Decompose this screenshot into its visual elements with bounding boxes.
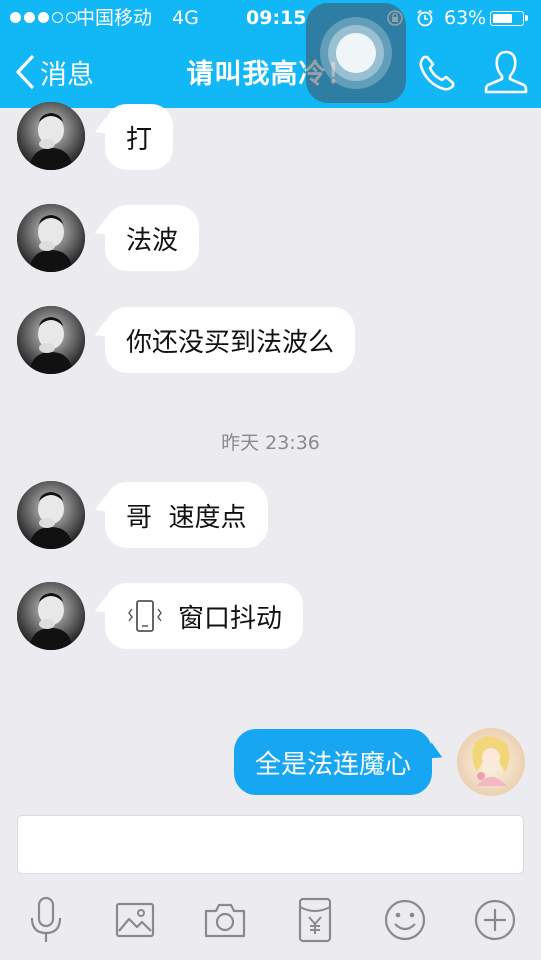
image-icon [115,902,155,938]
input-toolbar [0,880,541,960]
contact-avatar[interactable] [17,204,85,272]
message-bubble-incoming[interactable]: 哥 速度点 [105,482,268,548]
contact-avatar[interactable] [17,102,85,170]
message-input[interactable] [17,815,524,874]
message-bubble-incoming[interactable]: 你还没买到法波么 [105,307,356,373]
my-avatar[interactable] [457,728,525,796]
chat-header: 中国移动 4G 09:15 63% 消息 请叫我高冷！ [0,0,541,108]
voice-button[interactable] [18,892,74,948]
message-text: 法波 [126,225,179,256]
phone-icon [419,55,455,91]
message-text: 哥 速度点 [126,502,247,533]
plus-icon [474,899,516,941]
message-text: 打 [126,124,153,155]
profile-button[interactable] [483,48,529,98]
battery-icon [490,11,528,26]
status-time: 09:15 [246,7,307,29]
message-text: 你还没买到法波么 [126,327,335,358]
contact-avatar[interactable] [17,582,85,650]
message-text: 窗口抖动 [178,603,283,634]
more-button[interactable] [467,892,523,948]
window-shake-icon [126,599,164,633]
carrier-label: 中国移动 [76,7,153,29]
call-button[interactable] [414,50,460,96]
alarm-icon [417,9,433,27]
camera-icon [204,903,246,938]
message-text: 全是法连魔心 [255,749,412,780]
emoji-button[interactable] [377,892,433,948]
signal-icon [10,12,77,23]
message-bubble-incoming[interactable]: 法波 [105,205,200,271]
contact-avatar[interactable] [17,306,85,374]
message-bubble-outgoing[interactable]: 全是法连魔心 [234,729,433,795]
message-bubble-incoming[interactable]: 窗口抖动 [105,583,304,649]
person-icon [484,50,528,94]
camera-button[interactable] [197,892,253,948]
message-bubble-incoming[interactable]: 打 [105,104,174,170]
message-timestamp: 昨天 23:36 [221,432,320,454]
battery-percent: 63% [444,7,487,29]
red-packet-button[interactable] [287,892,343,948]
photo-button[interactable] [107,892,163,948]
emoji-icon [384,899,426,941]
network-label: 4G [172,7,199,29]
red-packet-icon [298,897,332,943]
assistive-touch-button[interactable] [306,3,406,103]
contact-avatar[interactable] [17,481,85,549]
mic-icon [30,896,62,942]
status-bar: 中国移动 4G 09:15 63% [0,0,541,36]
